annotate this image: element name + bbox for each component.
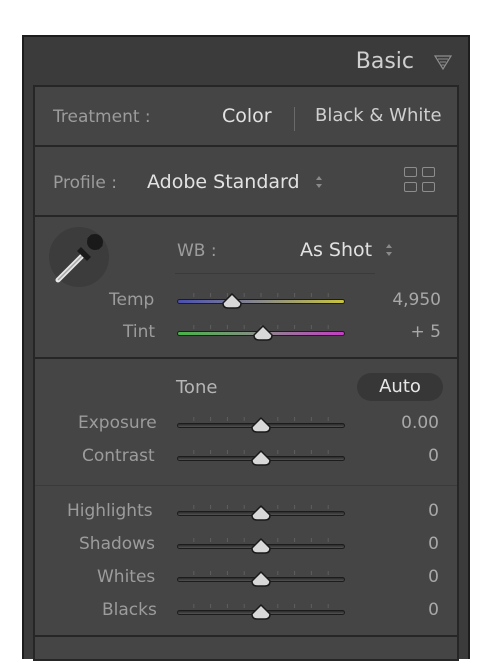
slider-thumb-icon[interactable] xyxy=(250,505,272,521)
panel-header[interactable]: Basic xyxy=(24,37,468,85)
panel-title: Basic xyxy=(355,49,414,74)
stepper-arrows-icon[interactable] xyxy=(315,175,323,189)
wb-label: WB : xyxy=(177,241,217,261)
divider xyxy=(175,273,375,274)
temp-label: Temp xyxy=(109,290,155,310)
treatment-bw-option[interactable]: Black & White xyxy=(315,105,442,126)
divider xyxy=(35,357,457,359)
grid-view-icon[interactable] xyxy=(404,167,438,197)
eyedropper-icon[interactable] xyxy=(51,225,113,287)
treatment-divider xyxy=(294,107,295,131)
tone-label: Tone xyxy=(176,377,218,398)
shadows-value[interactable]: 0 xyxy=(369,534,439,554)
basic-panel: Basic Treatment : Color Black & White Pr… xyxy=(22,35,470,661)
contrast-label: Contrast xyxy=(82,446,155,466)
slider-thumb-icon[interactable] xyxy=(250,604,272,620)
slider-thumb-icon[interactable] xyxy=(252,325,274,341)
slider-thumb-icon[interactable] xyxy=(221,293,243,309)
slider-thumb-icon[interactable] xyxy=(250,450,272,466)
exposure-label: Exposure xyxy=(78,413,157,433)
auto-button[interactable]: Auto xyxy=(357,373,443,401)
whites-label: Whites xyxy=(97,567,156,587)
treatment-color-option[interactable]: Color xyxy=(222,105,272,127)
divider xyxy=(35,215,457,217)
contrast-value[interactable]: 0 xyxy=(369,446,439,466)
wb-select[interactable]: As Shot xyxy=(300,239,372,261)
exposure-value[interactable]: 0.00 xyxy=(369,413,439,433)
stepper-arrows-icon[interactable] xyxy=(385,243,393,257)
treatment-label: Treatment : xyxy=(53,107,151,127)
divider xyxy=(35,145,457,147)
blacks-label: Blacks xyxy=(102,600,157,620)
tint-value[interactable]: + 5 xyxy=(371,322,441,342)
slider-thumb-icon[interactable] xyxy=(250,571,272,587)
slider-ticks xyxy=(193,293,329,297)
profile-label: Profile : xyxy=(53,173,117,193)
triangle-collapse-icon[interactable] xyxy=(434,54,452,70)
blacks-value[interactable]: 0 xyxy=(369,600,439,620)
highlights-label: Highlights xyxy=(67,501,153,521)
panel-body: Treatment : Color Black & White Profile … xyxy=(33,85,459,661)
tint-label: Tint xyxy=(123,322,156,342)
slider-track[interactable] xyxy=(177,299,345,304)
highlights-value[interactable]: 0 xyxy=(369,501,439,521)
divider xyxy=(35,485,457,486)
profile-select[interactable]: Adobe Standard xyxy=(147,171,300,193)
slider-thumb-icon[interactable] xyxy=(250,417,272,433)
divider xyxy=(35,635,457,637)
slider-thumb-icon[interactable] xyxy=(250,538,272,554)
whites-value[interactable]: 0 xyxy=(369,567,439,587)
shadows-label: Shadows xyxy=(79,534,155,554)
temp-value[interactable]: 4,950 xyxy=(371,290,441,310)
